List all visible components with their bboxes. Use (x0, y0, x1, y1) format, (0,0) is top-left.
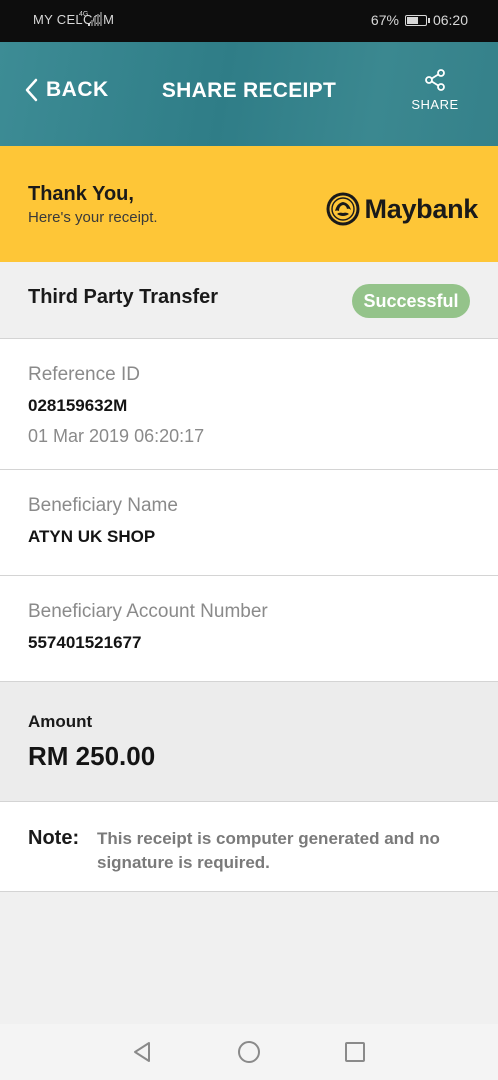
battery-percent: 67% (370, 12, 399, 28)
thank-you-title: Thank You, (28, 183, 134, 205)
note-label: Note: (28, 827, 80, 849)
carrier-name: MY CELCOM (33, 12, 115, 27)
beneficiary-name-value: ATYN UK SHOP (28, 527, 156, 546)
share-icon (425, 69, 445, 91)
nav-home-button[interactable] (237, 1040, 261, 1064)
nav-back-button[interactable] (130, 1040, 154, 1064)
note-text: This receipt is computer generated and n… (97, 829, 440, 872)
circle-home-icon (238, 1041, 260, 1063)
share-label: SHARE (411, 97, 459, 112)
brand-name: Maybank (364, 193, 479, 224)
beneficiary-account-value: 557401521677 (28, 633, 142, 652)
status-badge: Successful (352, 284, 470, 318)
reference-id-value: 028159632M (28, 396, 128, 415)
reference-id-label: Reference ID (28, 364, 140, 385)
note-section: Note: This receipt is computer generated… (0, 802, 498, 892)
triangle-back-icon (134, 1042, 150, 1062)
app-header: BACK SHARE RECEIPT SHARE (0, 42, 498, 146)
beneficiary-name-section: Beneficiary Name ATYN UK SHOP (0, 470, 498, 576)
amount-section: Amount RM 250.00 (0, 682, 498, 802)
beneficiary-account-label: Beneficiary Account Number (28, 601, 268, 622)
nav-recents-button[interactable] (343, 1040, 367, 1064)
share-button[interactable]: SHARE (410, 68, 460, 112)
transaction-type: Third Party Transfer (28, 286, 219, 308)
signal-icon (88, 12, 102, 26)
thank-you-banner: Thank You, Here's your receipt. Maybank (0, 146, 498, 262)
status-bar: MY CELCOM 4G 67% 06:20 (0, 0, 498, 42)
system-nav-bar (0, 1024, 498, 1080)
amount-value: RM 250.00 (28, 741, 156, 771)
beneficiary-name-label: Beneficiary Name (28, 495, 178, 516)
square-recents-icon (345, 1042, 365, 1062)
battery-icon (404, 14, 430, 26)
maybank-logo: Maybank (325, 191, 478, 227)
beneficiary-account-section: Beneficiary Account Number 557401521677 (0, 576, 498, 682)
maybank-tiger-icon (326, 192, 360, 226)
clock: 06:20 (432, 12, 468, 28)
amount-label: Amount (28, 712, 93, 731)
thank-you-subtitle: Here's your receipt. (28, 209, 158, 226)
transaction-header: Third Party Transfer Successful (0, 262, 498, 339)
network-type: 4G (79, 11, 89, 18)
reference-section: Reference ID 028159632M 01 Mar 2019 06:2… (0, 339, 498, 470)
transaction-datetime: 01 Mar 2019 06:20:17 (28, 426, 205, 446)
